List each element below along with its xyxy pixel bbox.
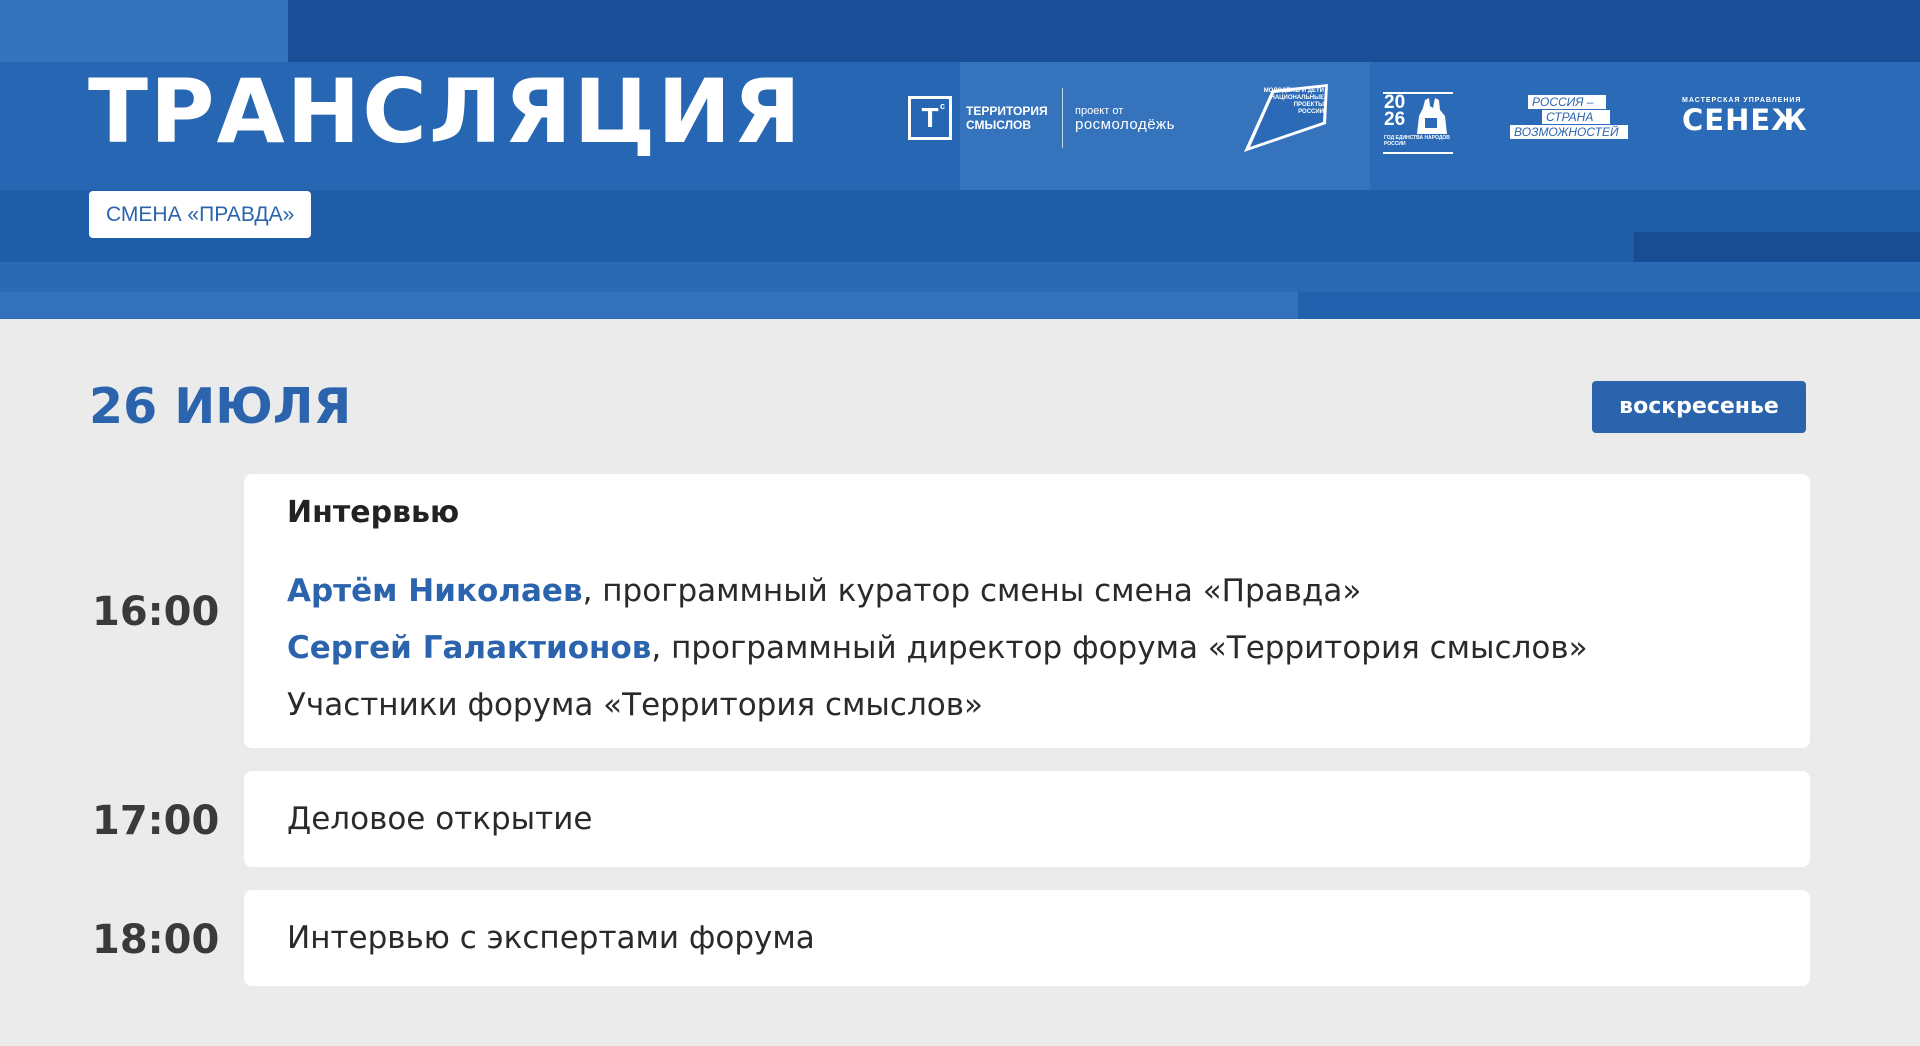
national-projects-text: МОЛОДЁЖЬ И ДЕТИ НАЦИОНАЛЬНЫЕ ПРОЕКТЫ РОС… [1263, 88, 1324, 115]
page-title: ТРАНСЛЯЦИЯ [88, 60, 803, 163]
banner-stripe [1634, 232, 1920, 262]
header-banner: ТРАНСЛЯЦИЯ СМЕНА «ПРАВДА» Тс ТЕРРИТОРИЯ … [0, 0, 1920, 319]
logo-russia-land-of-opportunity: РОССИЯ – СТРАНА ВОЗМОЖНОСТЕЙ [1508, 95, 1628, 141]
shift-badge: СМЕНА «ПРАВДА» [89, 191, 312, 238]
speaker-line: Сергей Галактионов, программный директор… [287, 628, 1810, 668]
event-title: Интервью [287, 495, 460, 530]
logo-senezh: МАСТЕРСКАЯ УПРАВЛЕНИЯ СЕНЕЖ [1682, 97, 1808, 137]
banner-stripe [0, 262, 1920, 292]
speaker-role: , программный куратор смены смена «Правд… [582, 573, 1362, 609]
speaker-name: Сергей Галактионов [287, 630, 652, 666]
banner-stripe [0, 0, 288, 62]
participants-text: Участники форума «Территория смыслов» [287, 687, 983, 723]
logo-divider [1062, 88, 1063, 148]
schedule-date: 26 ИЮЛЯ [89, 378, 352, 435]
banner-stripe [0, 292, 1298, 319]
logo-national-projects: МОЛОДЁЖЬ И ДЕТИ НАЦИОНАЛЬНЫЕ ПРОЕКТЫ РОС… [1244, 84, 1330, 152]
event-title: Деловое открытие [287, 801, 593, 837]
speaker-role: , программный директор форума «Территори… [651, 630, 1588, 666]
ts-project-text: проект от росмолодёжь [1075, 105, 1175, 133]
logo-territoriya-smyslov: Тс ТЕРРИТОРИЯ СМЫСЛОВ проект от росмолод… [908, 88, 1175, 148]
monument-icon [1417, 98, 1447, 134]
schedule-time: 17:00 [92, 798, 220, 844]
ts-mark-icon: Тс [908, 96, 952, 140]
year-caption: ГОД ЕДИНСТВА НАРОДОВ РОССИИ [1384, 135, 1450, 147]
schedule-time: 18:00 [92, 917, 220, 963]
weekday-badge: воскресенье [1592, 381, 1806, 433]
event-title: Интервью с экспертами форума [287, 920, 815, 956]
banner-stripe [1298, 292, 1920, 319]
ts-logo-text: ТЕРРИТОРИЯ СМЫСЛОВ [966, 104, 1048, 132]
banner-stripe [288, 0, 1920, 62]
schedule-card-business-opening: Деловое открытие [244, 771, 1810, 867]
schedule-time: 16:00 [92, 589, 220, 635]
schedule-card-expert-interviews: Интервью с экспертами форума [244, 890, 1810, 986]
schedule-card-interview: Интервью Артём Николаев, программный кур… [244, 474, 1810, 748]
speaker-line: Артём Николаев, программный куратор смен… [287, 571, 1810, 611]
participants-line: Участники форума «Территория смыслов» [287, 685, 1810, 725]
year-number: 20 26 [1384, 92, 1406, 130]
logo-year-of-unity: 20 26 ГОД ЕДИНСТВА НАРОДОВ РОССИИ [1383, 90, 1453, 154]
speaker-name: Артём Николаев [287, 573, 583, 609]
